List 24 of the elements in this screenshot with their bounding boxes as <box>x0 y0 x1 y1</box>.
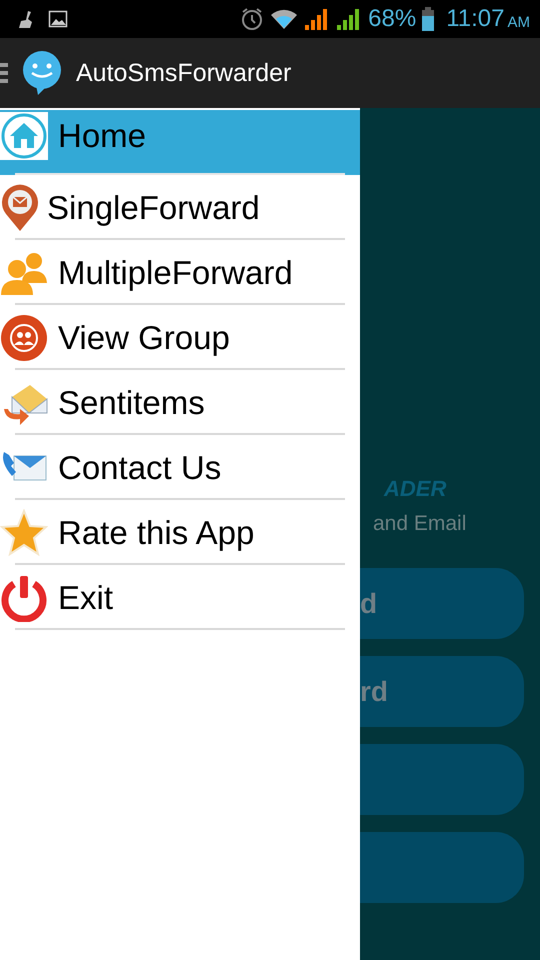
drawer-item[interactable]: View Group <box>0 305 360 370</box>
power-icon <box>0 574 48 622</box>
mail-pin-icon <box>0 184 40 232</box>
drawer-item[interactable]: MultipleForward <box>0 240 360 305</box>
drawer-item[interactable]: SingleForward <box>0 175 360 240</box>
battery-icon <box>422 7 434 31</box>
battery-percent: 68% <box>368 5 416 33</box>
clock-meridiem: AM <box>508 14 530 30</box>
smiley-bubble-icon[interactable] <box>22 51 62 95</box>
alarm-icon <box>240 7 264 31</box>
drawer-item[interactable]: Rate this App <box>0 500 360 565</box>
drawer-item[interactable]: Home <box>0 110 360 175</box>
image-icon <box>48 9 68 29</box>
wifi-icon <box>270 8 298 30</box>
drawer-item[interactable]: Sentitems <box>0 370 360 435</box>
subtitle-text: and Email <box>373 512 466 536</box>
home-icon <box>0 112 48 160</box>
logo-text: ADER <box>384 476 446 502</box>
star-icon <box>0 508 48 556</box>
drawer-item[interactable]: Exit <box>0 565 360 630</box>
app-title: AutoSmsForwarder <box>76 58 292 88</box>
clock-time: 11:07 <box>446 5 504 33</box>
drawer-item[interactable]: Contact Us <box>0 435 360 500</box>
menu-icon[interactable] <box>0 62 8 84</box>
